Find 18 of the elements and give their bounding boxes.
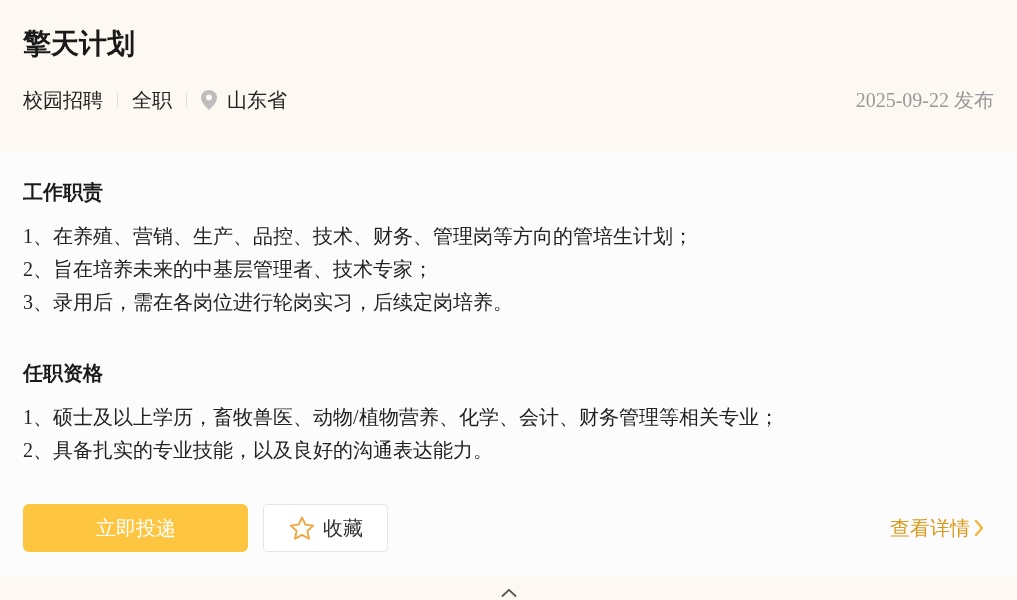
view-details-link[interactable]: 查看详情: [890, 514, 984, 542]
caret-up-icon[interactable]: [500, 588, 517, 597]
job-tag: 全职: [132, 84, 172, 116]
apply-button[interactable]: 立即投递: [23, 504, 248, 552]
requirement-text: 1、在养殖、营销、生产、品控、技术、财务、管理岗等方向的管培生计划；: [23, 224, 693, 249]
location-pin-icon: [201, 90, 217, 110]
favorite-button[interactable]: 收藏: [263, 504, 388, 552]
publish-date: 2025-09-22 发布: [855, 88, 994, 113]
chevron-right-icon: [974, 519, 984, 537]
section-heading: 工作职责: [23, 180, 103, 205]
requirement-text: 2、具备扎实的专业技能，以及良好的沟通表达能力。: [23, 438, 493, 463]
job-tag: 校园招聘: [23, 84, 103, 116]
job-title: 擎天计划: [23, 27, 135, 61]
location-text: 山东省: [227, 88, 287, 113]
requirement-text: 3、录用后，需在各岗位进行轮岗实习，后续定岗培养。: [23, 290, 513, 315]
section-heading: 任职资格: [23, 361, 103, 386]
requirement-text: 2、旨在培养未来的中基层管理者、技术专家；: [23, 257, 433, 282]
requirement-text: 1、硕士及以上学历，畜牧兽医、动物/植物营养、化学、会计、财务管理等相关专业；: [23, 405, 779, 430]
